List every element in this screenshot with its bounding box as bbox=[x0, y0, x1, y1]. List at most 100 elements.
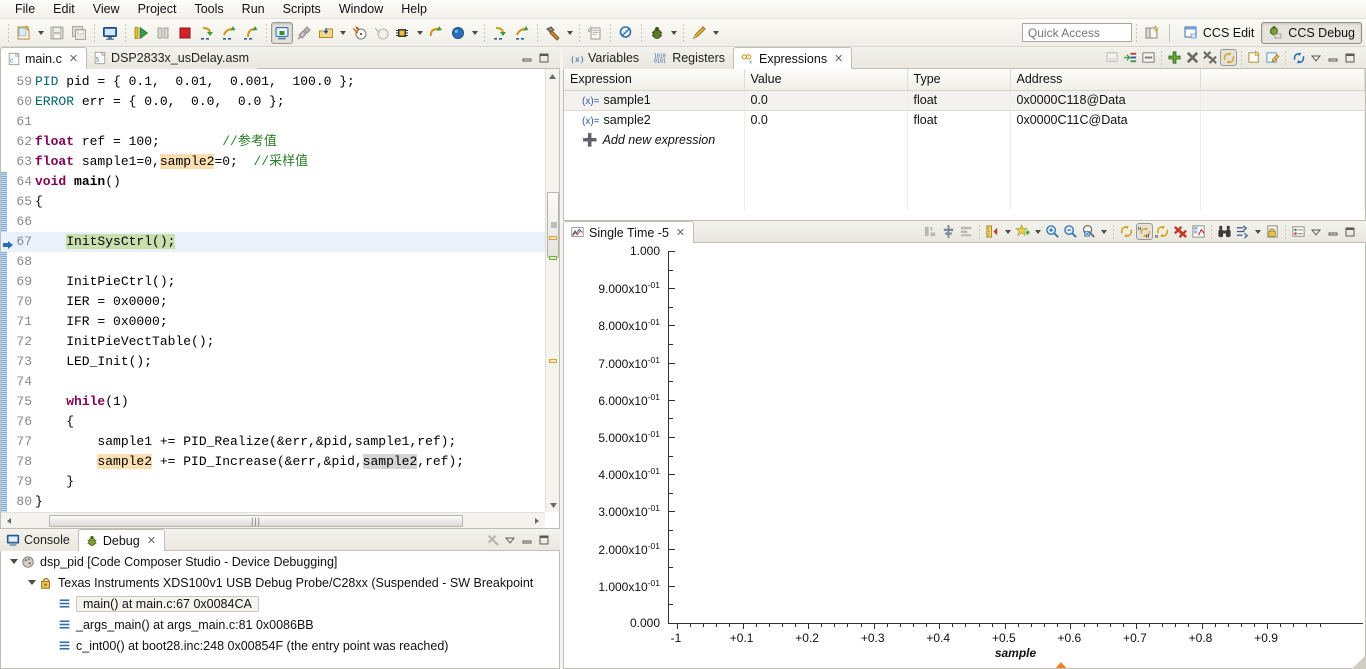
perspective-ccs-debug[interactable]: CCS Debug bbox=[1261, 21, 1362, 44]
go-main-icon[interactable] bbox=[447, 22, 469, 44]
scroll-up-icon[interactable] bbox=[546, 69, 559, 83]
menu-item-project[interactable]: Project bbox=[129, 1, 186, 17]
clear-data-icon[interactable] bbox=[1172, 223, 1189, 240]
close-icon[interactable]: ✕ bbox=[676, 226, 685, 239]
expressions-column-header[interactable]: Expression bbox=[564, 69, 745, 91]
view-menu-icon[interactable] bbox=[1308, 50, 1324, 66]
debug-tree-row[interactable]: main() at main.c:67 0x0084CA bbox=[1, 593, 559, 614]
build-hammer-icon[interactable] bbox=[542, 22, 564, 44]
code-line[interactable]: 71 IFR = 0x0000; bbox=[1, 312, 545, 332]
debug-tree-row[interactable]: c_int00() at boot28.inc:248 0x00854F (th… bbox=[1, 635, 559, 656]
open-perspective-icon[interactable] bbox=[1141, 22, 1163, 44]
close-icon[interactable]: ✕ bbox=[69, 52, 78, 65]
minimize-icon[interactable] bbox=[1325, 50, 1341, 66]
expression-name-cell[interactable]: (x)= sample1 bbox=[564, 89, 745, 111]
expressions-column-header[interactable]: Value bbox=[744, 69, 908, 91]
graph-body[interactable]: 1.000 9.000x10-01 8.000x10-01 7.000x10-01 6.… bbox=[563, 243, 1366, 669]
add-new-expression-row[interactable]: ➕ Add new expression bbox=[564, 130, 1365, 150]
layout-icon[interactable] bbox=[1140, 49, 1157, 66]
new-file-dropdown-arrow[interactable] bbox=[35, 22, 46, 44]
new-watch-icon[interactable] bbox=[1246, 49, 1263, 66]
expression-address-cell[interactable]: 0x0000C11C@Data bbox=[1010, 110, 1201, 130]
code-line[interactable]: 74 bbox=[1, 372, 545, 392]
build-dropdown-arrow[interactable] bbox=[564, 22, 575, 44]
code-line[interactable]: 62 float ref = 100; //参考值 bbox=[1, 132, 545, 152]
load-program-dropdown-arrow[interactable] bbox=[337, 22, 348, 44]
tab-console[interactable]: Console bbox=[0, 529, 78, 551]
expressions-column-header[interactable] bbox=[1200, 69, 1365, 91]
code-line[interactable]: 73 LED_Init(); bbox=[1, 352, 545, 372]
save-icon[interactable] bbox=[46, 22, 68, 44]
tab-registers[interactable]: 1010 0101 Registers bbox=[647, 47, 733, 69]
menu-item-file[interactable]: File bbox=[6, 1, 44, 17]
measurement-icon[interactable] bbox=[984, 223, 1001, 240]
export-dropdown-arrow[interactable] bbox=[1252, 224, 1263, 239]
code-line[interactable]: 63 float sample1=0,sample2=0; //采样值 bbox=[1, 152, 545, 172]
export-icon[interactable] bbox=[1234, 223, 1251, 240]
editor-tab-main-c[interactable]: c main.c ✕ bbox=[0, 47, 88, 69]
zoom-out-icon[interactable] bbox=[1062, 223, 1079, 240]
menu-item-run[interactable]: Run bbox=[233, 1, 274, 17]
menu-item-view[interactable]: View bbox=[84, 1, 129, 17]
menu-item-window[interactable]: Window bbox=[330, 1, 392, 17]
collapse-expand-icon[interactable] bbox=[1122, 49, 1139, 66]
new-file-icon[interactable] bbox=[13, 22, 35, 44]
reload-icon[interactable] bbox=[1290, 49, 1307, 66]
debug-tree-row[interactable]: _args_main() at args_main.c:81 0x0086BB bbox=[1, 614, 559, 635]
remove-all-expressions-icon[interactable] bbox=[1202, 49, 1219, 66]
align-center-icon[interactable] bbox=[940, 223, 957, 240]
enable-breakpoint-icon[interactable] bbox=[348, 22, 370, 44]
search-icon[interactable] bbox=[615, 22, 637, 44]
tab-variables[interactable]: (x)= Variables bbox=[563, 47, 647, 69]
align-rows-icon[interactable] bbox=[958, 223, 975, 240]
tab-single-time-5[interactable]: Single Time -5 ✕ bbox=[563, 221, 695, 243]
restart-icon[interactable] bbox=[425, 22, 447, 44]
step-over-2-icon[interactable] bbox=[511, 22, 533, 44]
manual-refresh-icon[interactable]: m bbox=[1154, 223, 1171, 240]
code-line[interactable]: 59 PID pid = { 0.1, 0.01, 0.001, 100.0 }; bbox=[1, 72, 545, 92]
editor-horizontal-scrollbar[interactable]: ||| bbox=[1, 512, 545, 528]
remove-all-terminated-icon[interactable] bbox=[484, 531, 501, 548]
close-icon[interactable]: ✕ bbox=[147, 534, 156, 547]
add-cursor-dropdown-arrow[interactable] bbox=[1032, 224, 1043, 239]
expression-value-cell[interactable]: 0.0 bbox=[744, 89, 908, 111]
edit-watch-icon[interactable] bbox=[1264, 49, 1281, 66]
code-line[interactable]: 66 bbox=[1, 212, 545, 232]
step-over-icon[interactable] bbox=[218, 22, 240, 44]
minimize-icon[interactable] bbox=[1325, 224, 1341, 240]
expression-value-cell[interactable]: 0.0 bbox=[744, 110, 908, 130]
debug-tree-row[interactable]: Texas Instruments XDS100v1 USB Debug Pro… bbox=[1, 572, 559, 593]
scroll-down-icon[interactable] bbox=[546, 498, 560, 512]
step-into-icon[interactable] bbox=[196, 22, 218, 44]
code-line[interactable]: 60 ERROR err = { 0.0, 0.0, 0.0 }; bbox=[1, 92, 545, 112]
expression-name-cell[interactable]: (x)= sample2 bbox=[564, 110, 745, 130]
code-line[interactable]: 72 InitPieVectTable(); bbox=[1, 332, 545, 352]
debug-bug-icon[interactable] bbox=[646, 22, 668, 44]
expressions-row[interactable]: (x)= sample2 0.0 float 0x0000C11C@Data bbox=[564, 110, 1365, 130]
minimize-icon[interactable] bbox=[519, 532, 535, 548]
graph-properties-icon[interactable] bbox=[1190, 223, 1207, 240]
run-icon[interactable] bbox=[688, 22, 710, 44]
zoom-area-icon[interactable] bbox=[1080, 223, 1097, 240]
show-details-icon[interactable] bbox=[1104, 49, 1121, 66]
code-line[interactable]: 79 } bbox=[1, 472, 545, 492]
code-line[interactable]: 68 bbox=[1, 252, 545, 272]
code-line[interactable]: 76 { bbox=[1, 412, 545, 432]
expander-icon[interactable] bbox=[7, 555, 20, 568]
menu-item-edit[interactable]: Edit bbox=[44, 1, 84, 17]
terminal-icon[interactable] bbox=[99, 22, 121, 44]
debug-tree-row[interactable]: dsp_pid [Code Composer Studio - Device D… bbox=[1, 551, 559, 572]
add-new-expression-cell[interactable]: ➕ Add new expression bbox=[564, 130, 745, 150]
menu-item-help[interactable]: Help bbox=[392, 1, 436, 17]
code-line[interactable]: 61 bbox=[1, 112, 545, 132]
resume-icon[interactable] bbox=[130, 22, 152, 44]
disconnect-target-icon[interactable] bbox=[293, 22, 315, 44]
measurement-dropdown-arrow[interactable] bbox=[1002, 224, 1013, 239]
expressions-table-container[interactable]: Expression Value Type Address (x)= sample1 0.… bbox=[563, 69, 1366, 221]
legend-icon[interactable] bbox=[1290, 223, 1307, 240]
add-expression-icon[interactable] bbox=[1166, 49, 1183, 66]
debug-dropdown-arrow[interactable] bbox=[668, 22, 679, 44]
quick-access-input[interactable] bbox=[1021, 23, 1132, 42]
editor-body[interactable]: 59 PID pid = { 0.1, 0.01, 0.001, 100.0 };… bbox=[0, 69, 560, 529]
binoculars-icon[interactable] bbox=[1216, 223, 1233, 240]
